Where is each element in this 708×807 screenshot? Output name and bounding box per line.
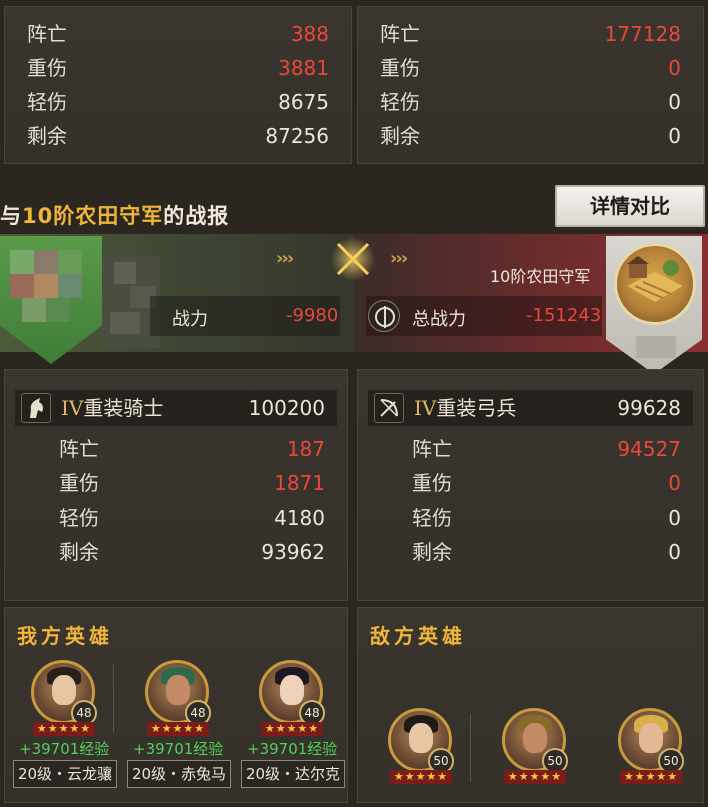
stat-row-light: 轻伤 0 xyxy=(358,85,703,119)
stat-value: 0 xyxy=(668,56,681,80)
report-title-prefix: 与 xyxy=(0,204,22,228)
stat-label: 轻伤 xyxy=(380,90,420,114)
ally-summary-panel: 阵亡 388 重伤 3881 轻伤 8675 剩余 87256 xyxy=(4,6,352,164)
unit-type: 重装弓兵 xyxy=(436,396,517,420)
stat-value: 3881 xyxy=(278,56,329,80)
ally-power-value: -9980 xyxy=(286,305,339,326)
unit-value: 94527 xyxy=(617,437,681,461)
stat-value: 0 xyxy=(668,124,681,148)
unit-row-dead: 阵亡 94527 xyxy=(358,432,703,466)
ally-heroes-title: 我方英雄 xyxy=(17,624,113,648)
stat-label: 剩余 xyxy=(380,124,420,148)
stat-value: 87256 xyxy=(265,124,329,148)
hero-stars: ★★★★★ xyxy=(33,722,95,736)
hero-stars: ★★★★★ xyxy=(390,770,452,784)
enemy-heroes-title: 敌方英雄 xyxy=(370,624,466,648)
stat-label: 重伤 xyxy=(27,56,67,80)
stat-value: 8675 xyxy=(278,90,329,114)
enemy-summary-panel: 阵亡 177128 重伤 0 轻伤 0 剩余 0 xyxy=(357,6,704,164)
hero-mount: 20级・赤兔马 xyxy=(127,760,231,788)
hero-stars: ★★★★★ xyxy=(620,770,682,784)
stat-row-dead: 阵亡 177128 xyxy=(358,17,703,51)
enemy-heroes-panel: 敌方英雄 50 ★★★★★ 50 ★★★★★ 50 ★★★★★ xyxy=(357,607,704,803)
unit-label: 剩余 xyxy=(59,540,99,564)
unit-row-light: 轻伤 4180 xyxy=(5,501,347,535)
hero-mount: 20级・云龙骧 xyxy=(13,760,117,788)
unit-label: 阵亡 xyxy=(412,437,452,461)
enemy-unit-name: IV重装弓兵 xyxy=(414,392,516,424)
unit-row-remaining: 剩余 0 xyxy=(358,535,703,569)
unit-row-dead: 阵亡 187 xyxy=(5,432,347,466)
unit-row-light: 轻伤 0 xyxy=(358,501,703,535)
unit-tier: IV xyxy=(61,396,84,420)
enemy-name: 10阶农田守军 xyxy=(490,267,591,286)
report-title: 与10阶农田守军的战报 xyxy=(0,200,229,230)
stat-row-light: 轻伤 8675 xyxy=(5,85,351,119)
enemy-shield-blur xyxy=(636,336,676,358)
unit-label: 剩余 xyxy=(412,540,452,564)
ally-unit-count: 100200 xyxy=(248,396,325,420)
stat-row-severe: 重伤 3881 xyxy=(5,51,351,85)
hero-divider xyxy=(470,714,471,782)
stat-row-remaining: 剩余 0 xyxy=(358,119,703,153)
ally-heroes-panel: 我方英雄 48 ★★★★★ +39701经验 20级・云龙骧 48 ★★★★★ … xyxy=(4,607,348,803)
ally-power-label: 战力 xyxy=(172,309,208,330)
unit-row-severe: 重伤 0 xyxy=(358,466,703,500)
stat-value: 177128 xyxy=(604,22,681,46)
unit-row-severe: 重伤 1871 xyxy=(5,466,347,500)
hero-divider xyxy=(113,664,114,732)
stat-label: 轻伤 xyxy=(27,90,67,114)
detail-compare-button[interactable]: 详情对比 xyxy=(555,185,705,227)
hero-stars: ★★★★★ xyxy=(261,722,323,736)
stat-label: 剩余 xyxy=(27,124,67,148)
stat-label: 阵亡 xyxy=(27,22,67,46)
unit-label: 重伤 xyxy=(59,471,99,495)
bow-icon xyxy=(374,393,404,423)
unit-label: 轻伤 xyxy=(412,506,452,530)
ally-unit-panel: IV重装骑士 100200 阵亡 187 重伤 1871 轻伤 4180 剩余 … xyxy=(4,369,348,601)
enemy-unit-panel: IV重装弓兵 99628 阵亡 94527 重伤 0 轻伤 0 剩余 0 xyxy=(357,369,704,601)
hero-mount: 20级・达尔克 xyxy=(241,760,345,788)
ally-unit-name: IV重装骑士 xyxy=(61,392,163,424)
power-icon xyxy=(368,300,400,332)
stat-value: 388 xyxy=(290,22,329,46)
report-title-target: 10阶农田守军 xyxy=(22,204,164,228)
hero-exp: +39701经验 xyxy=(19,740,110,758)
stat-row-remaining: 剩余 87256 xyxy=(5,119,351,153)
unit-label: 轻伤 xyxy=(59,506,99,530)
stat-label: 阵亡 xyxy=(380,22,420,46)
unit-value: 0 xyxy=(668,540,681,564)
unit-row-remaining: 剩余 93962 xyxy=(5,535,347,569)
stat-row-dead: 阵亡 388 xyxy=(5,17,351,51)
unit-value: 0 xyxy=(668,471,681,495)
ally-unit-header: IV重装骑士 100200 xyxy=(15,390,337,426)
farm-emblem-icon xyxy=(614,243,696,325)
unit-value: 1871 xyxy=(274,471,325,495)
unit-value: 187 xyxy=(286,437,325,461)
unit-tier: IV xyxy=(414,396,437,420)
enemy-unit-header: IV重装弓兵 99628 xyxy=(368,390,693,426)
stat-value: 0 xyxy=(668,90,681,114)
hero-exp: +39701经验 xyxy=(247,740,338,758)
hero-stars: ★★★★★ xyxy=(147,722,209,736)
enemy-unit-count: 99628 xyxy=(617,396,681,420)
unit-value: 93962 xyxy=(261,540,325,564)
enemy-power-label: 总战力 xyxy=(412,309,466,330)
unit-label: 重伤 xyxy=(412,471,452,495)
stat-label: 重伤 xyxy=(380,56,420,80)
unit-type: 重装骑士 xyxy=(83,396,164,420)
unit-value: 0 xyxy=(668,506,681,530)
enemy-power-value: -151243 xyxy=(526,305,602,326)
hero-stars: ★★★★★ xyxy=(504,770,566,784)
unit-value: 4180 xyxy=(274,506,325,530)
right-arrows: ››› xyxy=(390,248,408,269)
left-arrows: ››› xyxy=(276,248,294,269)
hero-exp: +39701经验 xyxy=(133,740,224,758)
knight-icon xyxy=(21,393,51,423)
stat-row-severe: 重伤 0 xyxy=(358,51,703,85)
report-title-suffix: 的战报 xyxy=(163,204,230,228)
crossed-swords-icon xyxy=(330,236,376,282)
unit-label: 阵亡 xyxy=(59,437,99,461)
